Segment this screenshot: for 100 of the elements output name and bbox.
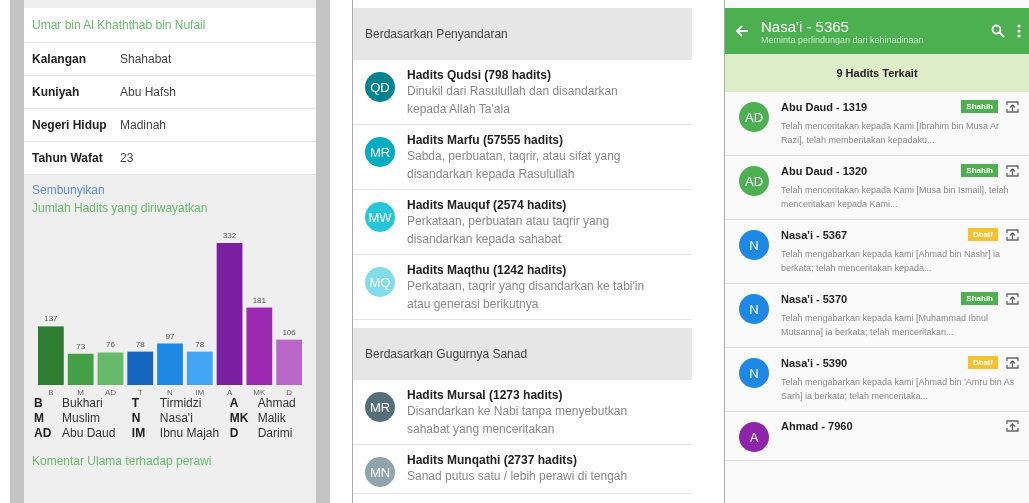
- avatar-initials: MR: [365, 137, 395, 167]
- field-value: 23: [120, 151, 134, 165]
- hadith-excerpt: Telah menceritakan kepada Kami [Ibrahim bin Musa Ar Razi], telah memberitakan kepadaku...: [781, 120, 1001, 147]
- category-item[interactable]: MW Hadits Mauquf (2574 hadits) Perkataan, perbuatan atau taqrir yang disandarkan kepada sahabat: [353, 190, 692, 255]
- share-icon[interactable]: [1006, 356, 1019, 369]
- avatar-initials: A: [739, 422, 769, 452]
- avatar-initials: AD: [739, 102, 769, 132]
- chart-bar: [67, 353, 94, 385]
- hadith-title: Nasa'i - 5370: [781, 292, 849, 305]
- narrator-name: Umar bin Al Khaththab bin Nufail: [24, 8, 316, 43]
- search-icon[interactable]: [991, 24, 1005, 38]
- bar-category: M: [77, 388, 84, 397]
- bar-category: IM: [195, 388, 205, 397]
- category-item[interactable]: MQ Hadits Maqthu (1242 hadits) Perkataan, taqrir yang disandarkan ke tabi'in atau generasi berikutnya: [353, 255, 692, 320]
- bar-value: 332: [222, 231, 237, 240]
- bar-value: 73: [76, 341, 86, 351]
- bar-category: N: [167, 388, 173, 397]
- field-value: Abu Hafsh: [120, 85, 177, 99]
- chart-bar: [127, 351, 154, 385]
- avatar-initials: N: [739, 358, 769, 388]
- section-header: Berdasarkan Penyandaran: [353, 8, 692, 60]
- share-icon[interactable]: [1006, 164, 1019, 177]
- bar-category: D: [286, 388, 292, 397]
- bar-category: T: [137, 388, 143, 397]
- hadith-item[interactable]: N Nasa'i - 5370 Shahih Telah mengabarkan kepada kami [Muhammad Ibnul Mutsanna] ia berkata; telah menceritakan...: [725, 284, 1029, 348]
- legend-abbreviation: MK: [229, 411, 250, 425]
- legend-name: Ahmad: [257, 396, 296, 410]
- legend-name: Abu Daud: [62, 426, 116, 440]
- legend-abbreviation: T: [131, 396, 141, 410]
- category-description: Perkataan, perbuatan atau taqrir yang disandarkan kepada sahabat: [407, 213, 611, 248]
- avatar-initials: N: [739, 230, 769, 260]
- bar-value: 76: [106, 340, 115, 350]
- share-icon[interactable]: [1006, 228, 1019, 241]
- field-label: Negeri Hidup: [32, 118, 108, 132]
- field-label: Kalangan: [32, 52, 87, 66]
- field-label: Tahun Wafat: [32, 151, 104, 165]
- hadith-item[interactable]: N Nasa'i - 5367 Dhaif Telah mengabarkan kepada kami [Ahmad bin Nashr] ia berkata; telah menceritakan kepada...: [725, 220, 1029, 284]
- grade-badge: Dhaif: [968, 356, 998, 369]
- bar-category: A: [226, 388, 233, 397]
- category-title: Hadits Munqathi (2737 hadits): [407, 453, 579, 467]
- legend-abbreviation: IM: [131, 426, 147, 440]
- grade-badge: Shahih: [961, 292, 998, 305]
- share-icon[interactable]: [1006, 420, 1019, 432]
- hadith-item[interactable]: N Nasa'i - 5390 Dhaif Telah mengabarkan kepada kami [Ahmad bin 'Amru bin As Sarh] ia berkata; telah menceritaka...: [725, 348, 1029, 412]
- avatar-initials: MQ: [365, 267, 395, 297]
- legend-abbreviation: A: [229, 396, 240, 410]
- hadith-item[interactable]: A Ahmad - 7960: [725, 412, 1029, 461]
- hadith-item[interactable]: AD Abu Daud - 1319 Shahih Telah menceritakan kepada Kami [Ibrahim bin Musa Ar Razi], telah memberitakan kepadaku...: [725, 92, 1029, 156]
- legend-abbreviation: M: [34, 411, 45, 425]
- screen-title: Nasa'i - 5365: [761, 17, 850, 35]
- avatar-initials: MW: [365, 202, 395, 232]
- category-title: Hadits Qudsi (798 hadits): [407, 68, 553, 82]
- bar-value: 78: [135, 339, 145, 349]
- category-item[interactable]: QD Hadits Qudsi (798 hadits) Dinukil dari Rasulullah dan disandarkan kepada Allah Ta'ala: [353, 60, 692, 125]
- hadith-excerpt: Telah mengabarkan kepada kami [Ahmad bin Nashr] ia berkata; telah menceritakan kepada...: [781, 248, 1002, 275]
- bar-category: MK: [253, 388, 266, 397]
- field-value: Shahabat: [120, 52, 172, 66]
- chart-bar: [38, 326, 64, 385]
- avatar-initials: AD: [739, 166, 769, 196]
- share-icon[interactable]: [1006, 100, 1019, 113]
- more-menu-icon[interactable]: [1017, 24, 1021, 38]
- legend-name: Tirmidzi: [159, 396, 202, 410]
- grade-badge: Shahih: [961, 100, 998, 113]
- grade-badge: Dhaif: [968, 228, 998, 241]
- screen-subtitle: Meminta perlindungan dari kehinadinaan: [761, 34, 925, 45]
- legend-abbreviation: D: [229, 426, 240, 440]
- category-description: Disandarkan ke Nabi tanpa menyebutkan sahabat yang menceritakan: [407, 403, 629, 438]
- hadith-title: Nasa'i - 5390: [781, 356, 849, 369]
- category-description: Sanad putus satu / lebih perawi di tengah: [407, 468, 629, 485]
- back-arrow-icon[interactable]: [735, 24, 749, 38]
- legend-abbreviation: AD: [34, 426, 53, 440]
- bar-category: AD: [104, 388, 116, 397]
- hadith-item[interactable]: AD Abu Daud - 1320 Shahih Telah menceritakan kepada Kami [Musa bin Ismail], telah menceritakan kepada Kami...: [725, 156, 1029, 220]
- category-title: Hadits Mursal (1273 hadits): [407, 388, 564, 402]
- category-description: Perkataan, taqrir yang disandarkan ke tabi'in atau generasi berikutnya: [407, 278, 646, 313]
- category-item[interactable]: MR Hadits Mursal (1273 hadits) Disandarkan ke Nabi tanpa menyebutkan sahabat yang menceritakan: [353, 380, 692, 445]
- category-item[interactable]: MR Hadits Marfu (57555 hadits) Sabda, perbuatan, taqrir, atau sifat yang disandarkan kepada Rasulullah: [353, 125, 692, 190]
- category-description: Dinukil dari Rasulullah dan disandarkan kepada Allah Ta'ala: [407, 83, 619, 118]
- category-title: Hadits Marfu (57555 hadits): [407, 133, 565, 147]
- legend-name: Muslim: [62, 411, 100, 425]
- avatar-initials: MR: [365, 392, 395, 422]
- share-icon[interactable]: [1006, 292, 1019, 305]
- comments-heading: Komentar Ulama terhadap perawi: [32, 454, 213, 468]
- category-title: Hadits Mauquf (2574 hadits): [407, 198, 568, 212]
- legend-name: Bukhari: [62, 396, 103, 410]
- avatar-initials: QD: [365, 72, 395, 102]
- hadith-title: Abu Daud - 1319: [781, 100, 869, 113]
- bar-value: 97: [165, 331, 175, 341]
- chart-bar: [97, 352, 124, 385]
- avatar-initials: N: [739, 294, 769, 324]
- bar-value: 137: [44, 314, 58, 324]
- legend-name: Ibnu Majah: [159, 426, 220, 440]
- chart-bar: [276, 339, 302, 385]
- category-title: Hadits Maqthu (1242 hadits): [407, 263, 568, 277]
- bar-value: 106: [282, 327, 296, 337]
- legend-name: Darimi: [257, 426, 293, 440]
- related-count-heading: 9 Hadits Terkait: [725, 54, 1029, 92]
- hadith-excerpt: Telah menceritakan kepada Kami [Musa bin Ismail], telah menceritakan kepada Kami...: [781, 184, 1010, 211]
- hadith-title: Abu Daud - 1320: [781, 164, 869, 177]
- category-item[interactable]: MN Hadits Munqathi (2737 hadits) Sanad putus satu / lebih perawi di tengah: [353, 445, 692, 494]
